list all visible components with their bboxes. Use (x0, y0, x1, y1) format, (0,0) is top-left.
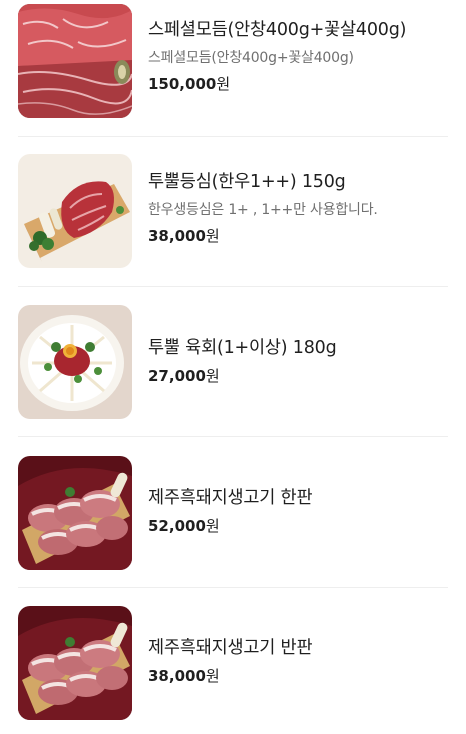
menu-item-price: 52,000원 (148, 516, 454, 536)
price-currency: 원 (205, 517, 220, 535)
price-value: 27,000 (148, 367, 206, 385)
price-value: 52,000 (148, 517, 206, 535)
divider (18, 587, 448, 588)
menu-item-name: 제주흑돼지생고기 한판 (148, 488, 313, 508)
menu-item-name: 투뿔등심(한우1++) 150g (148, 172, 346, 192)
black-pork-half-platter-icon (18, 606, 132, 720)
menu-item-price: 38,000원 (148, 666, 454, 686)
sirloin-on-board-icon (18, 154, 132, 268)
beef-tartare-plate-icon (18, 305, 132, 419)
price-currency: 원 (205, 367, 220, 385)
price-value: 38,000 (148, 667, 206, 685)
black-pork-platter-icon (18, 456, 132, 570)
menu-item-jeju-black-pork-full[interactable]: 제주흑돼지생고기 한판 52,000원 (0, 450, 466, 600)
menu-item-info: 제주흑돼지생고기 한판 52,000원 (148, 486, 454, 536)
price-currency: 원 (205, 227, 220, 245)
divider (18, 286, 448, 287)
menu-item-price: 38,000원 (148, 226, 454, 246)
price-currency: 원 (216, 75, 231, 93)
menu-item-description: 한우생등심은 1+ , 1++만 사용합니다. (148, 202, 378, 218)
menu-item-info: 제주흑돼지생고기 반판 38,000원 (148, 636, 454, 686)
menu-item-sirloin[interactable]: 투뿔등심(한우1++) 150g 한우생등심은 1+ , 1++만 사용합니다.… (0, 150, 466, 300)
marbled-beef-platter-icon (18, 4, 132, 118)
menu-item-jeju-black-pork-half[interactable]: 제주흑돼지생고기 반판 38,000원 (0, 600, 466, 734)
menu-item-name: 스페셜모듬(안창400g+꽃살400g) (148, 20, 407, 40)
menu-item-info: 투뿔 육회(1+이상) 180g 27,000원 (148, 336, 454, 386)
menu-item-description: 스페셜모듬(안창400g+꽃살400g) (148, 50, 354, 66)
price-currency: 원 (205, 667, 220, 685)
menu-item-info: 스페셜모듬(안창400g+꽃살400g) 스페셜모듬(안창400g+꽃살400g… (148, 18, 454, 94)
divider (18, 136, 448, 137)
menu-item-beef-tartare[interactable]: 투뿔 육회(1+이상) 180g 27,000원 (0, 300, 466, 450)
menu-list: 스페셜모듬(안창400g+꽃살400g) 스페셜모듬(안창400g+꽃살400g… (0, 0, 466, 734)
price-value: 150,000 (148, 75, 217, 93)
menu-item-info: 투뿔등심(한우1++) 150g 한우생등심은 1+ , 1++만 사용합니다.… (148, 170, 454, 246)
menu-item-special-platter[interactable]: 스페셜모듬(안창400g+꽃살400g) 스페셜모듬(안창400g+꽃살400g… (0, 0, 466, 150)
divider (18, 436, 448, 437)
price-value: 38,000 (148, 227, 206, 245)
menu-item-name: 제주흑돼지생고기 반판 (148, 638, 313, 658)
menu-item-price: 27,000원 (148, 366, 454, 386)
menu-item-name: 투뿔 육회(1+이상) 180g (148, 338, 337, 358)
menu-item-price: 150,000원 (148, 74, 454, 94)
